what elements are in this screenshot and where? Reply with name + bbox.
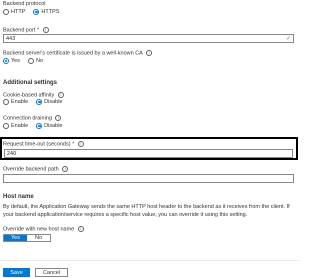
request-timeout-input[interactable]: 240: [4, 149, 293, 158]
backend-protocol-radio-group: HTTP HTTPS: [3, 9, 65, 15]
required-mark: *: [36, 27, 40, 34]
radio-draining-enable-label: Enable: [11, 123, 29, 129]
info-icon[interactable]: i: [146, 50, 153, 56]
backend-port-input[interactable]: 443: [3, 34, 294, 43]
radio-cert-no-circle[interactable]: [27, 58, 34, 64]
radio-cookie-disable-circle[interactable]: [36, 99, 43, 105]
certificate-ca-label-text: Backend server's certificate is issued b…: [3, 50, 143, 57]
radio-cert-yes-label: Yes: [11, 58, 20, 64]
cookie-affinity-label-text: Cookie-based affinity: [3, 92, 55, 99]
cancel-button[interactable]: Cancel: [35, 268, 68, 277]
info-icon[interactable]: i: [55, 115, 62, 121]
radio-cert-no-label: No: [35, 58, 44, 64]
override-host-label-text: Override with new host name: [3, 226, 75, 233]
override-path-label: Override backend path i: [3, 166, 69, 173]
backend-port-label: Backend port * i: [3, 27, 49, 33]
radio-cert-yes-circle[interactable]: [3, 58, 9, 64]
info-icon[interactable]: i: [42, 27, 49, 33]
radio-https[interactable]: HTTPS: [33, 9, 59, 15]
cookie-affinity-radio-group: Enable Disable: [3, 99, 68, 105]
additional-settings-heading: Additional settings: [3, 80, 57, 86]
radio-draining-disable-label: Disable: [44, 123, 63, 129]
radio-cookie-enable-label: Enable: [11, 99, 29, 105]
radio-https-circle[interactable]: [33, 9, 40, 15]
radio-cookie-disable[interactable]: Disable: [36, 99, 62, 105]
radio-http[interactable]: HTTP: [3, 9, 25, 15]
request-timeout-label: Request time-out (seconds) * i: [3, 141, 84, 147]
cookie-affinity-label: Cookie-based affinity i: [3, 92, 64, 98]
footer-divider: [0, 260, 300, 261]
radio-cookie-disable-label: Disable: [44, 99, 63, 105]
info-icon[interactable]: i: [57, 92, 64, 98]
radio-draining-disable-circle[interactable]: [36, 123, 43, 129]
info-icon[interactable]: i: [77, 141, 84, 147]
info-icon[interactable]: i: [62, 166, 69, 172]
radio-cert-no[interactable]: No: [27, 58, 44, 64]
radio-cookie-enable[interactable]: Enable: [3, 99, 28, 105]
radio-draining-enable-circle[interactable]: [3, 123, 9, 129]
backend-protocol-label: Backend protocol: [3, 1, 46, 7]
connection-draining-label: Connection draining i: [3, 115, 62, 122]
request-timeout-label-text: Request time-out (seconds): [3, 141, 71, 148]
override-path-input[interactable]: [3, 174, 294, 183]
toggle-no[interactable]: No: [27, 235, 50, 241]
host-name-heading: Host name: [3, 194, 34, 200]
radio-cookie-enable-circle[interactable]: [3, 99, 9, 105]
host-name-description: By default, the Application Gateway send…: [3, 204, 290, 218]
override-host-label: Override with new host name i: [3, 226, 84, 232]
radio-https-label: HTTPS: [41, 9, 60, 15]
connection-draining-radio-group: Enable Disable: [3, 123, 68, 129]
required-mark: *: [72, 141, 75, 148]
radio-http-circle[interactable]: [3, 9, 9, 15]
radio-http-label: HTTP: [11, 9, 26, 15]
toggle-yes[interactable]: Yes: [4, 235, 27, 241]
connection-draining-label-text: Connection draining: [3, 115, 52, 122]
info-icon[interactable]: i: [77, 226, 84, 232]
save-button[interactable]: Save: [3, 268, 30, 277]
radio-cert-yes[interactable]: Yes: [3, 58, 20, 64]
override-path-label-text: Override backend path: [3, 166, 59, 173]
backend-port-label-text: Backend port: [3, 27, 36, 34]
override-host-toggle[interactable]: Yes No: [3, 234, 51, 242]
certificate-ca-radio-group: Yes No: [3, 58, 49, 64]
radio-draining-disable[interactable]: Disable: [36, 123, 62, 129]
radio-draining-enable[interactable]: Enable: [3, 123, 28, 129]
certificate-ca-label: Backend server's certificate is issued b…: [3, 50, 153, 57]
